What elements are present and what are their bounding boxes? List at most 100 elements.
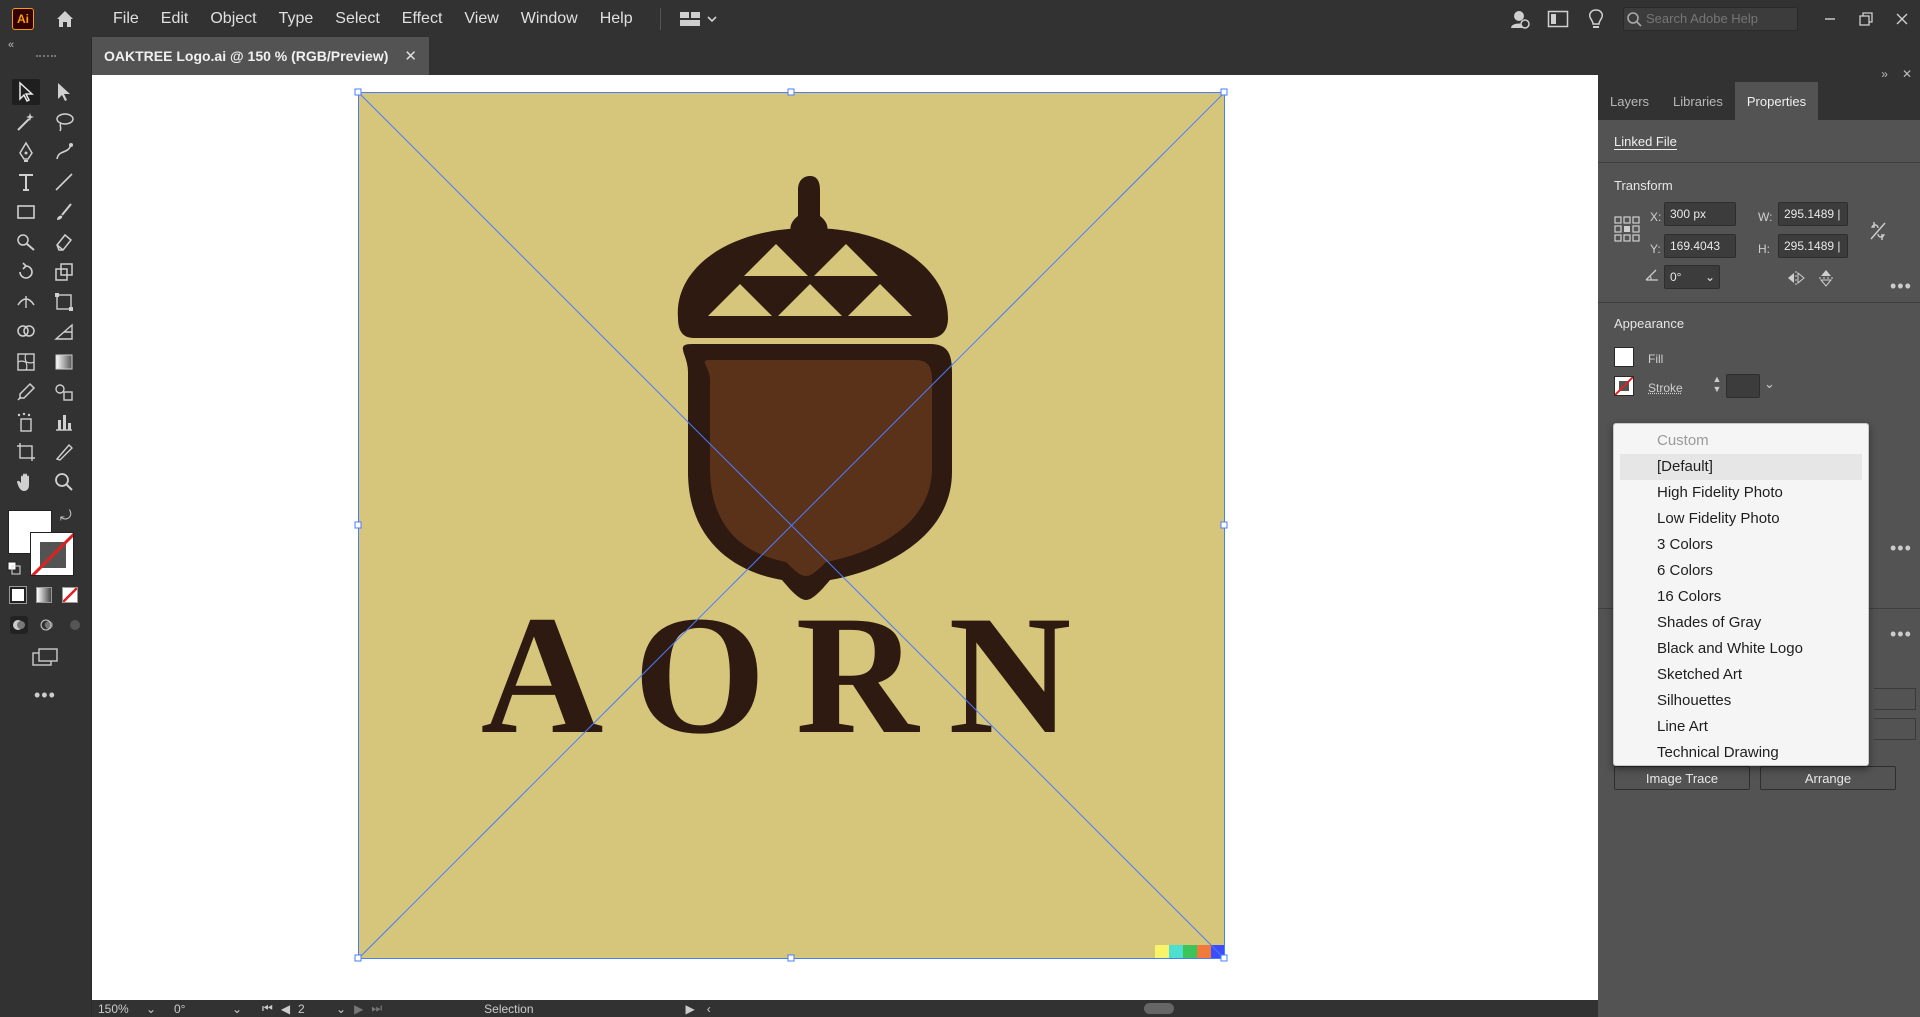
close-dock-icon[interactable]: ✕ (1902, 67, 1912, 81)
rotate-tool-icon[interactable] (12, 259, 40, 285)
preset-item[interactable]: [Default] (1620, 454, 1862, 480)
resize-handle-top-left[interactable] (354, 88, 362, 96)
magic-wand-tool-icon[interactable] (12, 109, 40, 135)
chevron-down-icon[interactable]: ⌄ (336, 1002, 346, 1016)
stroke-weight-dropdown-icon[interactable]: ⌄ (1764, 376, 1775, 392)
hidden-field[interactable] (1874, 688, 1916, 710)
panel-grip[interactable] (36, 55, 56, 59)
stroke-swatch[interactable] (30, 532, 74, 576)
edit-toolbar-icon[interactable]: ••• (34, 685, 56, 706)
collapse-panel-icon[interactable]: « (8, 39, 14, 51)
panel-toggle-icon[interactable] (1545, 6, 1571, 32)
rectangle-tool-icon[interactable] (12, 199, 40, 225)
lasso-tool-icon[interactable] (50, 109, 78, 135)
flip-vertical-icon[interactable] (1818, 268, 1834, 292)
scroll-left-icon[interactable]: ‹ (701, 1001, 717, 1016)
menu-view[interactable]: View (453, 0, 509, 37)
type-tool-icon[interactable] (12, 169, 40, 195)
restore-button[interactable] (1848, 0, 1884, 37)
eraser-tool-icon[interactable] (50, 229, 78, 255)
search-box[interactable] (1623, 6, 1798, 31)
close-window-button[interactable] (1884, 0, 1920, 37)
eyedropper-tool-icon[interactable] (12, 379, 40, 405)
draw-inside-icon[interactable] (66, 616, 84, 634)
flip-horizontal-icon[interactable] (1786, 270, 1806, 290)
artboard-tool-icon[interactable] (12, 439, 40, 465)
width-tool-icon[interactable] (12, 289, 40, 315)
menu-object[interactable]: Object (199, 0, 267, 37)
menu-edit[interactable]: Edit (150, 0, 200, 37)
artboard[interactable]: AORN (92, 75, 1598, 1000)
document-tab[interactable]: OAKTREE Logo.ai @ 150 % (RGB/Preview) ✕ (92, 37, 429, 75)
pen-tool-icon[interactable] (12, 139, 40, 165)
none-mode-icon[interactable] (62, 587, 78, 603)
reference-point-icon[interactable] (1614, 216, 1640, 246)
preset-item[interactable]: 16 Colors (1614, 584, 1868, 610)
stroke-color-swatch[interactable] (1614, 376, 1634, 396)
menu-select[interactable]: Select (324, 0, 390, 37)
constrain-proportions-icon[interactable] (1868, 220, 1888, 246)
preset-item[interactable]: 3 Colors (1614, 532, 1868, 558)
preset-item[interactable]: Low Fidelity Photo (1614, 506, 1868, 532)
stroke-weight-field[interactable] (1726, 374, 1760, 398)
hidden-field[interactable] (1874, 718, 1916, 740)
column-graph-tool-icon[interactable] (50, 409, 78, 435)
arrange-documents-button[interactable] (679, 11, 717, 27)
hand-tool-icon[interactable] (12, 469, 40, 495)
image-trace-button[interactable]: Image Trace (1614, 766, 1750, 790)
close-tab-icon[interactable]: ✕ (404, 47, 417, 65)
preset-item[interactable]: Sketched Art (1614, 662, 1868, 688)
increment-icon[interactable]: ▲ (1713, 374, 1722, 384)
menu-file[interactable]: File (102, 0, 150, 37)
resize-handle-bottom[interactable] (787, 954, 795, 962)
menu-window[interactable]: Window (510, 0, 589, 37)
next-artboard-icon[interactable]: ▶ (354, 1002, 363, 1016)
free-transform-tool-icon[interactable] (50, 289, 78, 315)
line-segment-tool-icon[interactable] (50, 169, 78, 195)
resize-handle-top-right[interactable] (1220, 88, 1228, 96)
mesh-tool-icon[interactable] (12, 349, 40, 375)
paintbrush-tool-icon[interactable] (50, 199, 78, 225)
scale-tool-icon[interactable] (50, 259, 78, 285)
minimize-button[interactable] (1812, 0, 1848, 37)
artboard-number[interactable]: 2 (298, 1002, 328, 1016)
menu-type[interactable]: Type (268, 0, 325, 37)
preset-item[interactable]: Silhouettes (1614, 688, 1868, 714)
canvas[interactable]: AORN (92, 75, 1598, 1000)
width-field[interactable]: 295.1489 | (1778, 202, 1848, 226)
resize-handle-right[interactable] (1220, 521, 1228, 529)
arrange-button[interactable]: Arrange (1760, 766, 1896, 790)
selection-tool-icon[interactable] (12, 79, 40, 105)
curvature-tool-icon[interactable] (50, 139, 78, 165)
preset-item[interactable]: Black and White Logo (1614, 636, 1868, 662)
gradient-tool-icon[interactable] (50, 349, 78, 375)
appearance-more-options-icon[interactable]: ••• (1890, 538, 1912, 559)
slice-tool-icon[interactable] (50, 439, 78, 465)
zoom-tool-icon[interactable] (50, 469, 78, 495)
color-mode-icon[interactable] (9, 586, 27, 604)
gradient-mode-icon[interactable] (36, 587, 52, 603)
share-user-icon[interactable] (1507, 6, 1533, 32)
rotate-angle-field[interactable]: 0° ⌄ (1664, 265, 1720, 289)
y-field[interactable]: 169.4043 (1664, 234, 1736, 258)
fill-color-swatch[interactable] (1614, 347, 1634, 367)
symbol-sprayer-tool-icon[interactable] (12, 409, 40, 435)
last-artboard-icon[interactable]: ⏭ (371, 1001, 382, 1016)
shape-builder-tool-icon[interactable] (12, 319, 40, 345)
blend-tool-icon[interactable] (50, 379, 78, 405)
home-icon[interactable] (52, 6, 78, 32)
height-field[interactable]: 295.1489 | (1778, 234, 1848, 258)
default-fill-stroke-icon[interactable] (7, 561, 21, 575)
x-field[interactable]: 300 px (1664, 202, 1736, 226)
screen-mode-icon[interactable] (31, 647, 59, 671)
preset-item[interactable]: Technical Drawing (1614, 740, 1868, 766)
preset-item[interactable]: Line Art (1614, 714, 1868, 740)
collapse-dock-icon[interactable]: » (1881, 67, 1888, 81)
chevron-down-icon[interactable]: ⌄ (1705, 270, 1715, 284)
previous-artboard-icon[interactable]: ◀ (281, 1002, 290, 1016)
draw-behind-icon[interactable] (38, 616, 56, 634)
preset-item[interactable]: Custom (1614, 428, 1868, 454)
stroke-label[interactable]: Stroke (1648, 381, 1683, 395)
direct-selection-tool-icon[interactable] (50, 79, 78, 105)
more-options-icon[interactable]: ••• (1890, 624, 1912, 645)
